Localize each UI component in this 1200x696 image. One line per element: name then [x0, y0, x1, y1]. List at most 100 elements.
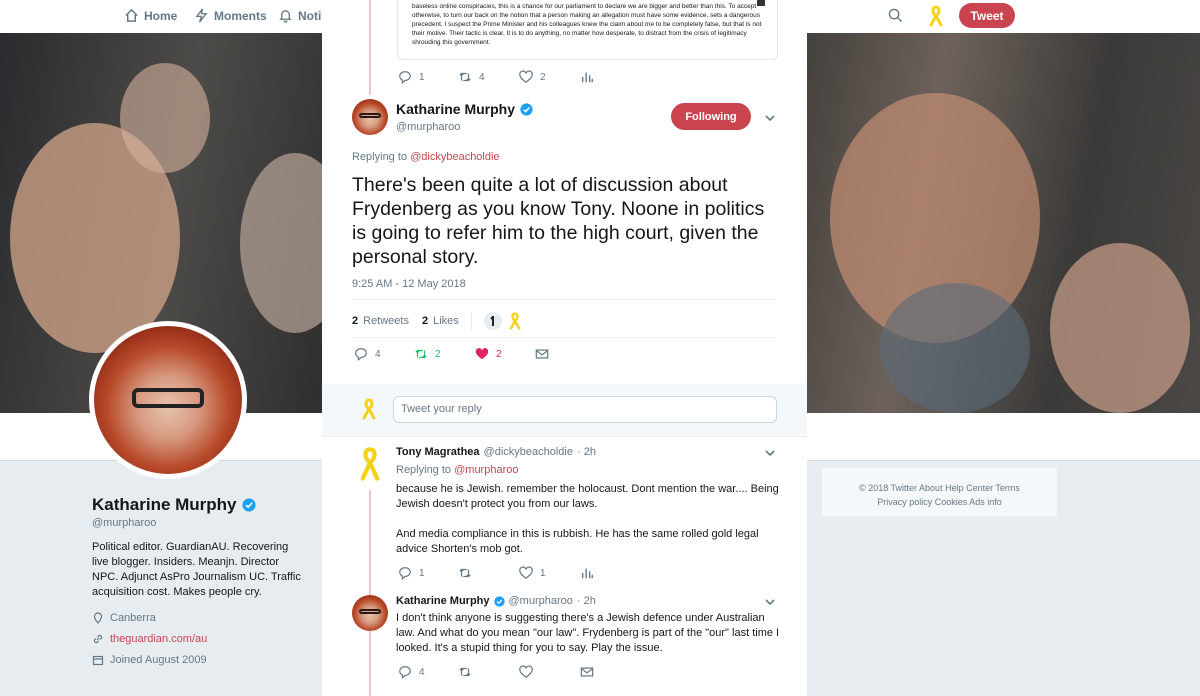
nav-home-label: Home — [144, 8, 178, 23]
location-pin-icon — [93, 612, 103, 624]
main-tweet-stats: 2 Retweets 2 Likes — [352, 312, 523, 330]
reply-1-time[interactable]: · 2h — [577, 446, 596, 458]
reply-icon — [399, 666, 411, 679]
prev-reply-count: 1 — [419, 71, 425, 83]
verified-badge-icon — [241, 498, 256, 512]
replying-to-link[interactable]: @murpharoo — [454, 464, 518, 476]
profile-name[interactable]: Katharine Murphy — [92, 495, 256, 515]
reply-2-author[interactable]: Katharine Murphy @murpharoo · 2h — [396, 595, 596, 607]
profile-location: Canberra — [92, 612, 156, 624]
reply-icon — [399, 71, 411, 84]
replying-prefix: Replying to — [352, 151, 408, 163]
calendar-icon — [92, 655, 104, 666]
prev-like-action[interactable]: 2 — [519, 70, 546, 84]
footer-line-2[interactable]: Privacy policy Cookies Ads info — [822, 495, 1057, 509]
main-reply-count: 4 — [375, 348, 381, 360]
main-reply-action[interactable]: 4 — [354, 347, 381, 361]
quoted-statement-text: baseless online conspiracies, this is a … — [412, 3, 762, 46]
nav-home[interactable]: Home — [124, 8, 177, 23]
direct-message-icon[interactable] — [535, 347, 549, 361]
main-tweet-text: There's been quite a lot of discussion a… — [352, 174, 765, 268]
liker-avatar-icon[interactable] — [483, 312, 502, 330]
following-button[interactable]: Following — [671, 103, 751, 130]
main-tweet-handle[interactable]: @murpharoo — [396, 121, 460, 133]
yellow-ribbon-avatar-icon[interactable] — [927, 5, 945, 27]
reply-1-author-handle: @dickybeacholdie — [483, 446, 573, 458]
prev-like-count: 2 — [540, 71, 546, 83]
retweets-count[interactable]: 2 — [352, 315, 358, 327]
nav-notifications[interactable]: Notif — [278, 8, 325, 23]
reply-2-text: I don't think anyone is suggesting there… — [396, 612, 780, 654]
chevron-down-icon[interactable] — [764, 112, 776, 124]
profile-url: theguardian.com/au — [92, 633, 207, 645]
link-icon — [93, 634, 103, 644]
reply-input[interactable]: Tweet your reply — [393, 396, 777, 423]
reply-icon — [399, 567, 411, 580]
thread-line — [369, 0, 371, 95]
prev-retweet-action[interactable]: 4 — [458, 70, 485, 84]
reply-1-like-action[interactable]: 1 — [519, 566, 546, 580]
prev-retweet-count: 4 — [479, 71, 485, 83]
direct-message-icon[interactable] — [580, 665, 594, 679]
main-like-count: 2 — [496, 348, 502, 360]
tony-avatar-ribbon[interactable] — [359, 447, 381, 481]
retweet-icon[interactable] — [458, 566, 472, 580]
profile-bio: Political editor. GuardianAU. Recovering… — [92, 541, 301, 598]
quoted-statement-card[interactable]: baseless online conspiracies, this is a … — [397, 0, 778, 60]
reply-2-time[interactable]: · 2h — [577, 595, 596, 607]
retweets-label[interactable]: Retweets — [363, 315, 409, 327]
profile-joined: Joined August 2009 — [92, 654, 207, 666]
reply-2-reply-action[interactable]: 4 — [398, 665, 425, 679]
heart-icon — [519, 566, 533, 580]
main-like-action[interactable]: 2 — [475, 347, 502, 361]
reply-1-reply-count: 1 — [419, 567, 425, 579]
heart-icon — [519, 70, 533, 84]
bell-icon — [279, 10, 292, 23]
tweet-button[interactable]: Tweet — [959, 3, 1015, 28]
likes-label[interactable]: Likes — [433, 315, 459, 327]
analytics-icon[interactable] — [580, 70, 594, 84]
reply-2-reply-count: 4 — [419, 666, 425, 678]
reply-1-text-2: And media compliance in this is rubbish.… — [396, 528, 759, 555]
heart-filled-icon — [475, 348, 489, 360]
reply-1-like-count: 1 — [540, 567, 546, 579]
replying-prefix: Replying to — [396, 464, 452, 476]
main-tweet-author[interactable]: Katharine Murphy — [396, 101, 533, 117]
reply-2-author-name: Katharine Murphy — [396, 595, 490, 607]
retweet-icon[interactable] — [458, 665, 472, 679]
footer-line-1[interactable]: © 2018 Twitter About Help Center Terms — [822, 481, 1057, 495]
nav-moments-label: Moments — [214, 8, 267, 23]
likes-count[interactable]: 2 — [422, 315, 428, 327]
prev-reply-action[interactable]: 1 — [398, 70, 425, 84]
verified-badge-icon — [520, 102, 533, 116]
reply-1-reply-action[interactable]: 1 — [398, 566, 425, 580]
reply-1-author[interactable]: Tony Magrathea @dickybeacholdie · 2h — [396, 446, 596, 458]
main-tweet-timestamp[interactable]: 9:25 AM - 12 May 2018 — [352, 278, 466, 290]
heart-icon[interactable] — [519, 665, 533, 679]
reply-icon — [355, 348, 367, 361]
retweet-icon — [459, 72, 471, 82]
main-retweet-action[interactable]: 2 — [414, 347, 441, 361]
divider — [470, 312, 472, 330]
reply-2-avatar[interactable] — [352, 595, 388, 631]
retweet-icon — [415, 349, 427, 359]
chevron-down-icon[interactable] — [764, 596, 776, 608]
home-icon — [125, 8, 138, 22]
replying-to-link[interactable]: @dickybeacholdie — [410, 151, 499, 163]
footer-links: © 2018 Twitter About Help Center Terms P… — [821, 467, 1058, 517]
main-tweet-avatar[interactable] — [352, 99, 388, 135]
reply-1-author-name: Tony Magrathea — [396, 446, 480, 458]
main-tweet-replying-to: Replying to @dickybeacholdie — [352, 151, 500, 163]
main-tweet-author-name: Katharine Murphy — [396, 101, 516, 117]
yellow-ribbon-avatar-icon — [362, 398, 376, 420]
analytics-icon[interactable] — [580, 566, 594, 580]
verified-badge-icon — [493, 595, 505, 607]
profile-joined-text: Joined August 2009 — [110, 654, 207, 666]
thread-line — [369, 490, 371, 696]
chevron-down-icon[interactable] — [764, 447, 776, 459]
search-icon[interactable] — [888, 8, 903, 23]
yellow-ribbon-icon[interactable] — [507, 312, 523, 330]
nav-moments[interactable]: Moments — [194, 8, 267, 23]
profile-url-link[interactable]: theguardian.com/au — [110, 633, 207, 645]
profile-avatar[interactable] — [89, 321, 247, 479]
